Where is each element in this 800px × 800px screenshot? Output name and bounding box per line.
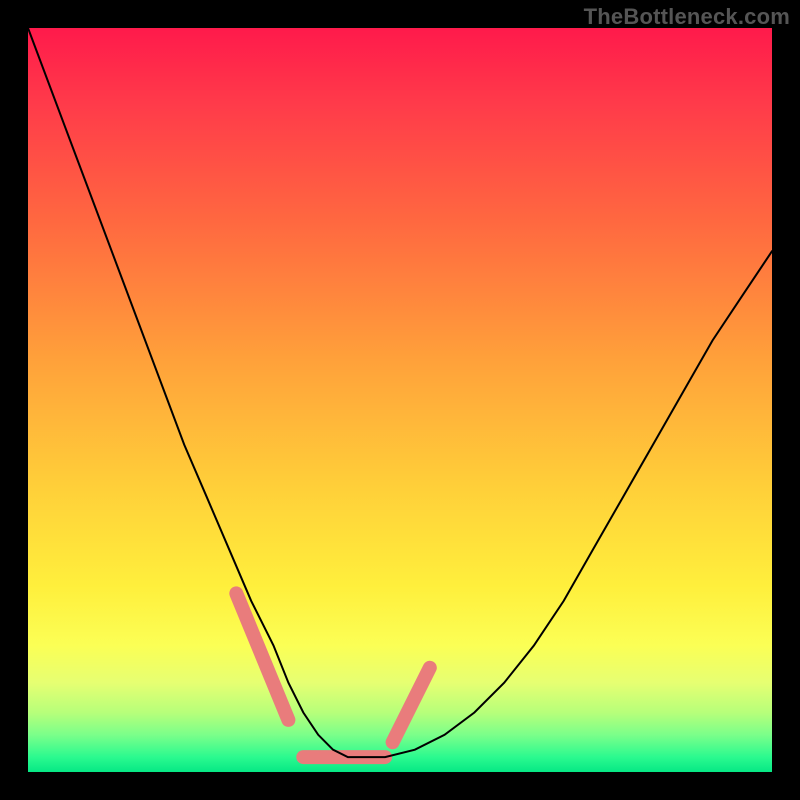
marker-segment-left — [236, 593, 288, 720]
bottleneck-curve — [28, 28, 772, 757]
chart-frame: TheBottleneck.com — [0, 0, 800, 800]
watermark-text: TheBottleneck.com — [584, 4, 790, 30]
curve-layer — [28, 28, 772, 772]
marker-segment-right — [393, 668, 430, 742]
plot-area — [28, 28, 772, 772]
